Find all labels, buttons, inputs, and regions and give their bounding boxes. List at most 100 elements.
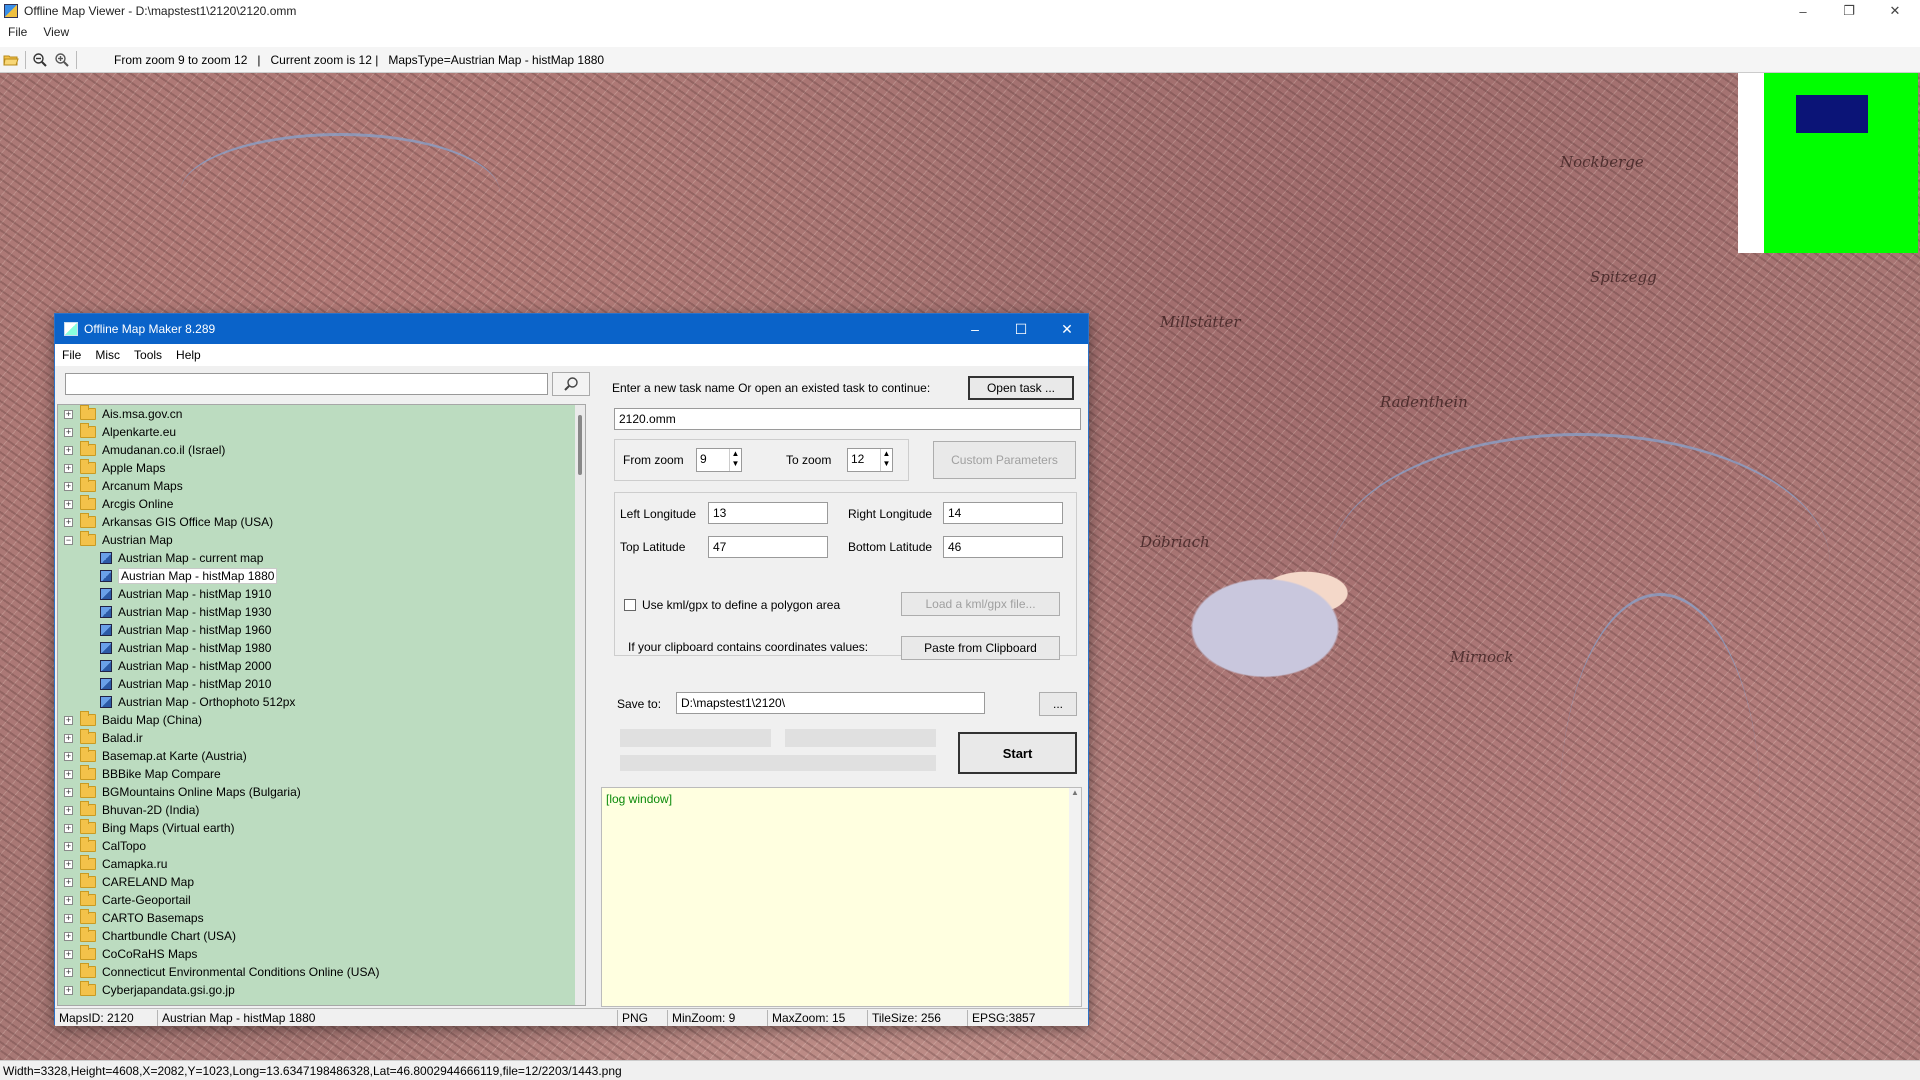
dialog-close-button[interactable]: ✕ bbox=[1044, 314, 1090, 344]
tree-folder-item[interactable]: + Alpenkarte.eu bbox=[64, 423, 176, 441]
expand-icon[interactable]: + bbox=[64, 859, 73, 869]
left-longitude-input[interactable]: 13 bbox=[708, 502, 828, 524]
tree-map-item[interactable]: Austrian Map - histMap 2000 bbox=[100, 657, 271, 675]
expand-icon[interactable]: + bbox=[64, 967, 73, 977]
tree-map-item[interactable]: Austrian Map - histMap 2010 bbox=[100, 675, 271, 693]
overview-minimap[interactable] bbox=[1738, 73, 1918, 253]
expand-icon[interactable]: + bbox=[64, 949, 73, 959]
expand-icon[interactable]: + bbox=[64, 715, 73, 725]
tree-scroll-thumb[interactable] bbox=[578, 415, 582, 475]
expand-icon[interactable]: + bbox=[64, 913, 73, 923]
expand-icon[interactable]: + bbox=[64, 445, 73, 455]
task-name-input[interactable]: 2120.omm bbox=[614, 408, 1081, 430]
tree-map-item[interactable]: Austrian Map - histMap 1980 bbox=[100, 639, 271, 657]
tree-folder-item[interactable]: + Arcgis Online bbox=[64, 495, 173, 513]
expand-icon[interactable]: + bbox=[64, 931, 73, 941]
kml-polygon-checkbox[interactable] bbox=[624, 599, 636, 611]
tree-folder-item[interactable]: + Arcanum Maps bbox=[64, 477, 183, 495]
browse-folder-button[interactable]: ... bbox=[1039, 692, 1077, 716]
tree-folder-item[interactable]: + Amudanan.co.il (Israel) bbox=[64, 441, 225, 459]
tree-folder-item[interactable]: + CalTopo bbox=[64, 837, 146, 855]
tree-folder-item[interactable]: + Carte-Geoportail bbox=[64, 891, 191, 909]
tree-folder-item[interactable]: + Chartbundle Chart (USA) bbox=[64, 927, 236, 945]
menu-view[interactable]: View bbox=[35, 25, 77, 39]
tree-folder-item[interactable]: + Camapka.ru bbox=[64, 855, 167, 873]
progress-bar-total bbox=[620, 755, 936, 771]
dialog-maximize-button[interactable]: ☐ bbox=[998, 314, 1044, 344]
map-search-input[interactable] bbox=[65, 373, 548, 395]
expand-icon[interactable]: + bbox=[64, 823, 73, 833]
tree-folder-item[interactable]: + Basemap.at Karte (Austria) bbox=[64, 747, 247, 765]
dialog-menu-misc[interactable]: Misc bbox=[88, 348, 127, 362]
folder-icon bbox=[80, 423, 96, 438]
right-longitude-input[interactable]: 14 bbox=[943, 502, 1063, 524]
menu-file[interactable]: File bbox=[0, 25, 35, 39]
tree-folder-item[interactable]: + BBBike Map Compare bbox=[64, 765, 221, 783]
tree-map-item[interactable]: Austrian Map - histMap 1910 bbox=[100, 585, 271, 603]
tree-folder-item[interactable]: + Bhuvan-2D (India) bbox=[64, 801, 199, 819]
expand-icon[interactable]: + bbox=[64, 805, 73, 815]
expand-icon[interactable]: + bbox=[64, 751, 73, 761]
tree-folder-item[interactable]: + Baidu Map (China) bbox=[64, 711, 202, 729]
map-source-tree[interactable]: + Ais.msa.gov.cn + Alpenkarte.eu + Amudanan.c… bbox=[57, 404, 586, 1006]
expand-icon[interactable]: + bbox=[64, 769, 73, 779]
start-button[interactable]: Start bbox=[958, 732, 1077, 774]
expand-icon[interactable]: + bbox=[64, 481, 73, 491]
minimize-button[interactable]: – bbox=[1780, 0, 1826, 22]
search-button[interactable] bbox=[552, 372, 590, 396]
expand-icon[interactable]: + bbox=[64, 877, 73, 887]
expand-icon[interactable]: + bbox=[64, 985, 73, 995]
tree-folder-item[interactable]: + Balad.ir bbox=[64, 729, 143, 747]
dialog-menu-help[interactable]: Help bbox=[169, 348, 208, 362]
tree-folder-item[interactable]: + Arkansas GIS Office Map (USA) bbox=[64, 513, 273, 531]
tree-folder-item[interactable]: + Bing Maps (Virtual earth) bbox=[64, 819, 235, 837]
expand-icon[interactable]: + bbox=[64, 895, 73, 905]
tree-folder-item[interactable]: + BGMountains Online Maps (Bulgaria) bbox=[64, 783, 301, 801]
tree-folder-item[interactable]: + CARTO Basemaps bbox=[64, 909, 204, 927]
expand-icon[interactable]: + bbox=[64, 409, 73, 419]
tree-map-item[interactable]: Austrian Map - histMap 1960 bbox=[100, 621, 271, 639]
save-path-input[interactable]: D:\mapstest1\2120\ bbox=[676, 692, 985, 714]
tree-folder-item[interactable]: + CARELAND Map bbox=[64, 873, 194, 891]
tree-map-item[interactable]: Austrian Map - histMap 1930 bbox=[100, 603, 271, 621]
restore-button[interactable]: ❐ bbox=[1826, 0, 1872, 22]
open-task-button[interactable]: Open task ... bbox=[968, 376, 1074, 400]
paste-from-clipboard-button[interactable]: Paste from Clipboard bbox=[901, 636, 1060, 660]
load-kml-button[interactable]: Load a kml/gpx file... bbox=[901, 592, 1060, 616]
log-scrollbar[interactable]: ▲ bbox=[1069, 788, 1081, 1006]
expand-icon[interactable]: + bbox=[64, 463, 73, 473]
to-zoom-stepper[interactable]: 12 ▲ ▼ bbox=[847, 448, 893, 472]
expand-icon[interactable]: + bbox=[64, 517, 73, 527]
tree-folder-item[interactable]: + Ais.msa.gov.cn bbox=[64, 405, 182, 423]
collapse-icon[interactable]: − bbox=[64, 535, 73, 545]
stepper-arrows-icon[interactable]: ▲ ▼ bbox=[880, 449, 892, 471]
tree-folder-item[interactable]: − Austrian Map bbox=[64, 531, 173, 549]
tree-map-item[interactable]: Austrian Map - histMap 1880 bbox=[100, 567, 278, 585]
expand-icon[interactable]: + bbox=[64, 733, 73, 743]
stepper-arrows-icon[interactable]: ▲ ▼ bbox=[729, 449, 741, 471]
from-zoom-stepper[interactable]: 9 ▲ ▼ bbox=[696, 448, 742, 472]
bottom-latitude-input[interactable]: 46 bbox=[943, 536, 1063, 558]
dialog-minimize-button[interactable]: – bbox=[952, 314, 998, 344]
log-window[interactable]: [log window] ▲ bbox=[601, 787, 1082, 1007]
tree-map-item[interactable]: Austrian Map - Orthophoto 512px bbox=[100, 693, 295, 711]
zoom-in-icon[interactable] bbox=[51, 49, 73, 71]
zoom-out-icon[interactable] bbox=[29, 49, 51, 71]
overview-viewport-box[interactable] bbox=[1796, 95, 1868, 133]
expand-icon[interactable]: + bbox=[64, 427, 73, 437]
custom-parameters-button[interactable]: Custom Parameters bbox=[933, 441, 1076, 479]
tree-folder-item[interactable]: + Apple Maps bbox=[64, 459, 165, 477]
tree-map-item[interactable]: Austrian Map - current map bbox=[100, 549, 263, 567]
folder-open-icon[interactable] bbox=[0, 49, 22, 71]
tree-folder-item[interactable]: + CoCoRaHS Maps bbox=[64, 945, 197, 963]
tree-folder-item[interactable]: + Connecticut Environmental Conditions On… bbox=[64, 963, 379, 981]
tree-scrollbar[interactable] bbox=[575, 405, 585, 1005]
tree-folder-item[interactable]: + Cyberjapandata.gsi.go.jp bbox=[64, 981, 235, 999]
close-button[interactable]: ✕ bbox=[1872, 0, 1918, 22]
expand-icon[interactable]: + bbox=[64, 499, 73, 509]
expand-icon[interactable]: + bbox=[64, 841, 73, 851]
expand-icon[interactable]: + bbox=[64, 787, 73, 797]
dialog-menu-tools[interactable]: Tools bbox=[127, 348, 169, 362]
top-latitude-input[interactable]: 47 bbox=[708, 536, 828, 558]
dialog-menu-file[interactable]: File bbox=[55, 348, 88, 362]
